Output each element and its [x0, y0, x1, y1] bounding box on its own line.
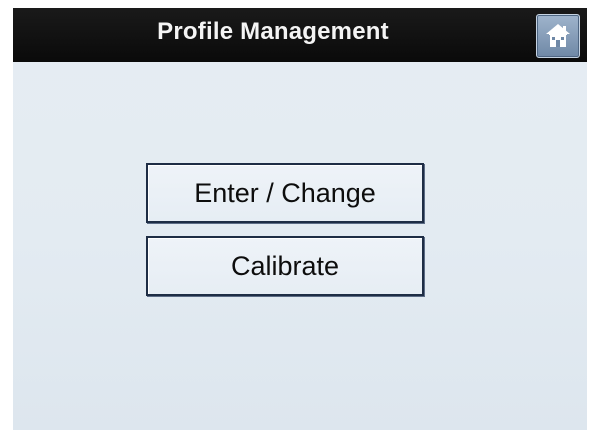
home-button[interactable] — [536, 14, 580, 58]
title-bar: Profile Management — [13, 8, 587, 62]
enter-change-button[interactable]: Enter / Change — [146, 163, 424, 223]
device-frame: Profile Management Enter / Change Calibr… — [0, 0, 593, 435]
calibrate-button[interactable]: Calibrate — [146, 236, 424, 296]
page-title: Profile Management — [157, 18, 389, 45]
home-icon — [546, 24, 570, 47]
touch-screen: Profile Management Enter / Change Calibr… — [13, 8, 587, 430]
